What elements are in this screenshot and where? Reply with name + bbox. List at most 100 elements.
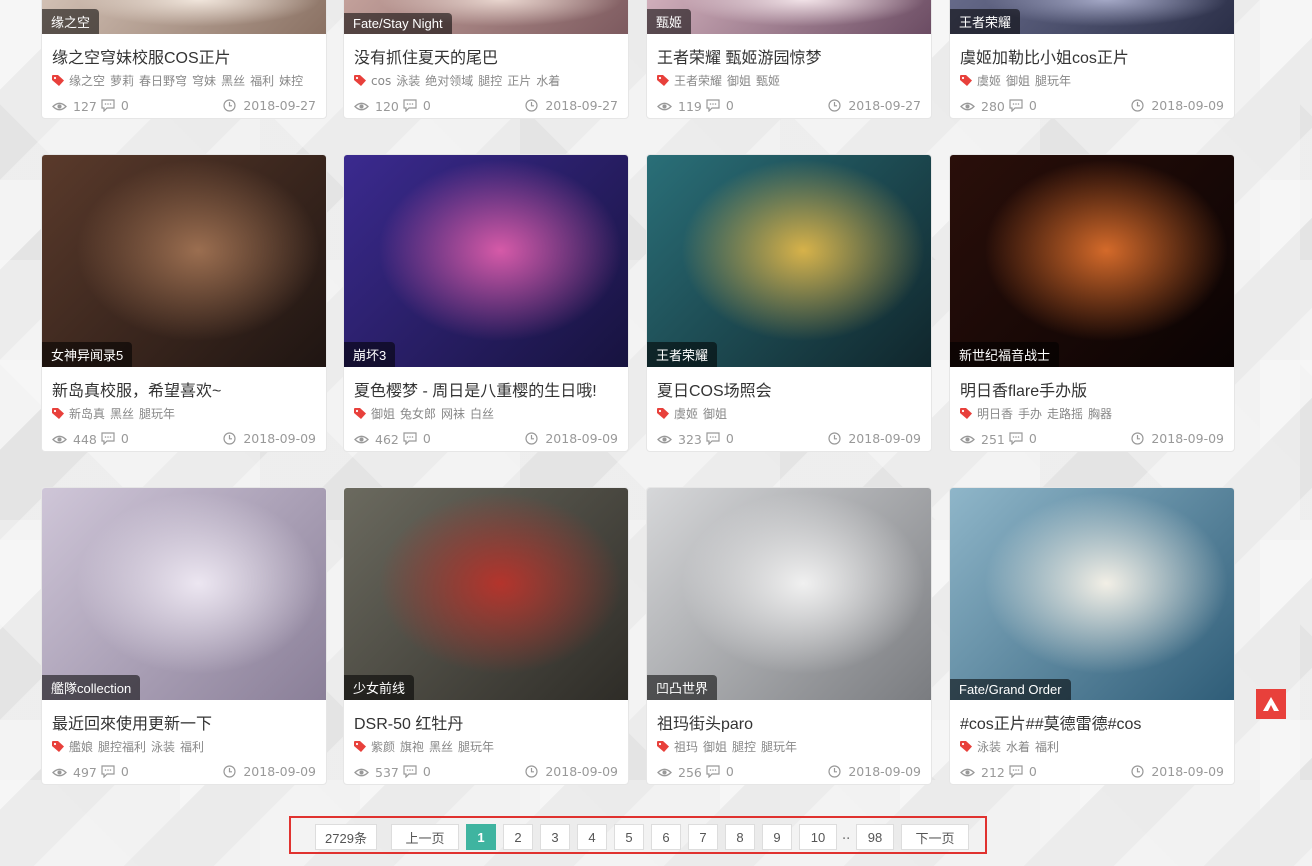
post-thumbnail[interactable]: 新世纪福音战士 — [950, 155, 1234, 367]
post-tag[interactable]: 王者荣耀 — [674, 74, 722, 88]
post-tag[interactable]: 腿玩年 — [458, 740, 494, 754]
post-thumbnail[interactable]: Fate/Grand Order — [950, 488, 1234, 700]
category-badge[interactable]: 艦隊collection — [42, 675, 141, 700]
category-badge[interactable]: Fate/Stay Night — [344, 13, 452, 34]
page-button-5[interactable]: 5 — [614, 824, 644, 850]
post-tag[interactable]: 腿控 — [732, 740, 756, 754]
post-tag[interactable]: 黑丝 — [429, 740, 453, 754]
post-tag[interactable]: 明日香 — [977, 407, 1013, 421]
category-badge[interactable]: 凹凸世界 — [647, 675, 718, 700]
category-badge[interactable]: 女神异闻录5 — [42, 342, 133, 367]
post-title[interactable]: 王者荣耀 甄姬游园惊梦 — [657, 44, 921, 66]
post-tag[interactable]: 御姐 — [703, 407, 727, 421]
category-badge[interactable]: 新世纪福音战士 — [950, 342, 1060, 367]
post-tag[interactable]: 福利 — [180, 740, 204, 754]
post-card[interactable]: 崩坏3 夏色樱梦 - 周日是八重樱的生日哦! 御姐 兔女郎 网袜 白丝 462 0 2018-0… — [343, 154, 629, 452]
post-card[interactable]: 新世纪福音战士 明日香flare手办版 明日香 手办 走路摇 胸器 251 0 2018-09-… — [949, 154, 1235, 452]
post-tag[interactable]: 御姐 — [727, 74, 751, 88]
category-badge[interactable]: 王者荣耀 — [950, 9, 1021, 34]
post-title[interactable]: #cos正片##莫德雷德#cos — [960, 710, 1224, 732]
post-tag[interactable]: 萝莉 — [110, 74, 134, 88]
prev-page-button[interactable]: 上一页 — [391, 824, 459, 850]
post-title[interactable]: 新岛真校服，希望喜欢~ — [52, 377, 316, 399]
post-title[interactable]: 明日香flare手办版 — [960, 377, 1224, 399]
post-tag[interactable]: 春日野穹 — [139, 74, 187, 88]
post-tag[interactable]: 兔女郎 — [400, 407, 436, 421]
post-tag[interactable]: cos — [371, 74, 391, 88]
post-thumbnail[interactable]: 艦隊collection — [42, 488, 326, 700]
post-thumbnail[interactable]: 甄姬 — [647, 0, 931, 34]
category-badge[interactable]: 缘之空 — [42, 9, 100, 34]
post-title[interactable]: 夏色樱梦 - 周日是八重樱的生日哦! — [354, 377, 618, 399]
post-tag[interactable]: 白丝 — [470, 407, 494, 421]
post-tag[interactable]: 泳装 — [977, 740, 1001, 754]
post-card[interactable]: 甄姬 王者荣耀 甄姬游园惊梦 王者荣耀 御姐 甄姬 119 0 2018-09-27 — [646, 0, 932, 119]
post-tag[interactable]: 穹妹 — [192, 74, 216, 88]
category-badge[interactable]: Fate/Grand Order — [950, 679, 1071, 700]
category-badge[interactable]: 王者荣耀 — [647, 342, 718, 367]
post-thumbnail[interactable]: 王者荣耀 — [950, 0, 1234, 34]
post-title[interactable]: 缘之空穹妹校服COS正片 — [52, 44, 316, 66]
post-tag[interactable]: 网袜 — [441, 407, 465, 421]
post-tag[interactable]: 正片 — [507, 74, 531, 88]
post-card[interactable]: 女神异闻录5 新岛真校服，希望喜欢~ 新岛真 黑丝 腿玩年 448 0 2018-09-09 — [41, 154, 327, 452]
post-card[interactable]: 艦隊collection 最近回來使用更新一下 艦娘 腿控福利 泳装 福利 497 0 2018… — [41, 487, 327, 785]
page-button-2[interactable]: 2 — [503, 824, 533, 850]
post-tag[interactable]: 腿玩年 — [139, 407, 175, 421]
page-button-9[interactable]: 9 — [762, 824, 792, 850]
post-tag[interactable]: 水着 — [1006, 740, 1030, 754]
post-tag[interactable]: 紫颜 — [371, 740, 395, 754]
post-tag[interactable]: 虞姬 — [674, 407, 698, 421]
post-tag[interactable]: 泳装 — [151, 740, 175, 754]
post-tag[interactable]: 黑丝 — [110, 407, 134, 421]
post-tag[interactable]: 走路摇 — [1047, 407, 1083, 421]
page-button-last[interactable]: 98 — [856, 824, 894, 850]
page-button-3[interactable]: 3 — [540, 824, 570, 850]
post-thumbnail[interactable]: 女神异闻录5 — [42, 155, 326, 367]
post-card[interactable]: 王者荣耀 夏日COS场照会 虞姬 御姐 323 0 2018-09-09 — [646, 154, 932, 452]
post-card[interactable]: Fate/Grand Order #cos正片##莫德雷德#cos 泳装 水着 福利 21… — [949, 487, 1235, 785]
category-badge[interactable]: 甄姬 — [647, 9, 692, 34]
back-to-top-button[interactable] — [1256, 689, 1286, 719]
page-button-1[interactable]: 1 — [466, 824, 496, 850]
page-button-7[interactable]: 7 — [688, 824, 718, 850]
post-tag[interactable]: 腿控福利 — [98, 740, 146, 754]
post-tag[interactable]: 新岛真 — [69, 407, 105, 421]
post-tag[interactable]: 水着 — [536, 74, 560, 88]
post-title[interactable]: DSR-50 红牡丹 — [354, 710, 618, 732]
page-button-6[interactable]: 6 — [651, 824, 681, 850]
post-thumbnail[interactable]: 缘之空 — [42, 0, 326, 34]
post-tag[interactable]: 御姐 — [703, 740, 727, 754]
post-card[interactable]: 王者荣耀 虞姬加勒比小姐cos正片 虞姬 御姐 腿玩年 280 0 2018-09-09 — [949, 0, 1235, 119]
category-badge[interactable]: 崩坏3 — [344, 342, 396, 367]
post-tag[interactable]: 腿玩年 — [761, 740, 797, 754]
post-title[interactable]: 没有抓住夏天的尾巴 — [354, 44, 618, 66]
post-tag[interactable]: 腿控 — [478, 74, 502, 88]
post-tag[interactable]: 腿玩年 — [1035, 74, 1071, 88]
post-tag[interactable]: 虞姬 — [977, 74, 1001, 88]
post-tag[interactable]: 福利 — [1035, 740, 1059, 754]
next-page-button[interactable]: 下一页 — [901, 824, 969, 850]
post-thumbnail[interactable]: 凹凸世界 — [647, 488, 931, 700]
post-tag[interactable]: 祖玛 — [674, 740, 698, 754]
post-card[interactable]: 少女前线 DSR-50 红牡丹 紫颜 旗袍 黑丝 腿玩年 537 0 2018-09-09 — [343, 487, 629, 785]
page-button-10[interactable]: 10 — [799, 824, 837, 850]
post-tag[interactable]: 泳装 — [396, 74, 420, 88]
post-thumbnail[interactable]: Fate/Stay Night — [344, 0, 628, 34]
post-title[interactable]: 虞姬加勒比小姐cos正片 — [960, 44, 1224, 66]
post-thumbnail[interactable]: 崩坏3 — [344, 155, 628, 367]
post-tag[interactable]: 缘之空 — [69, 74, 105, 88]
post-tag[interactable]: 胸器 — [1088, 407, 1112, 421]
post-tag[interactable]: 福利 — [250, 74, 274, 88]
post-tag[interactable]: 御姐 — [371, 407, 395, 421]
post-tag[interactable]: 甄姬 — [756, 74, 780, 88]
post-tag[interactable]: 妹控 — [279, 74, 303, 88]
post-tag[interactable]: 绝对领域 — [425, 74, 473, 88]
post-title[interactable]: 祖玛街头paro — [657, 710, 921, 732]
post-tag[interactable]: 黑丝 — [221, 74, 245, 88]
post-card[interactable]: Fate/Stay Night 没有抓住夏天的尾巴 cos 泳装 绝对领域 腿控 正片 水着 1… — [343, 0, 629, 119]
post-card[interactable]: 缘之空 缘之空穹妹校服COS正片 缘之空 萝莉 春日野穹 穹妹 黑丝 福利 妹控 127 0 2018… — [41, 0, 327, 119]
post-thumbnail[interactable]: 王者荣耀 — [647, 155, 931, 367]
post-tag[interactable]: 手办 — [1018, 407, 1042, 421]
category-badge[interactable]: 少女前线 — [344, 675, 415, 700]
